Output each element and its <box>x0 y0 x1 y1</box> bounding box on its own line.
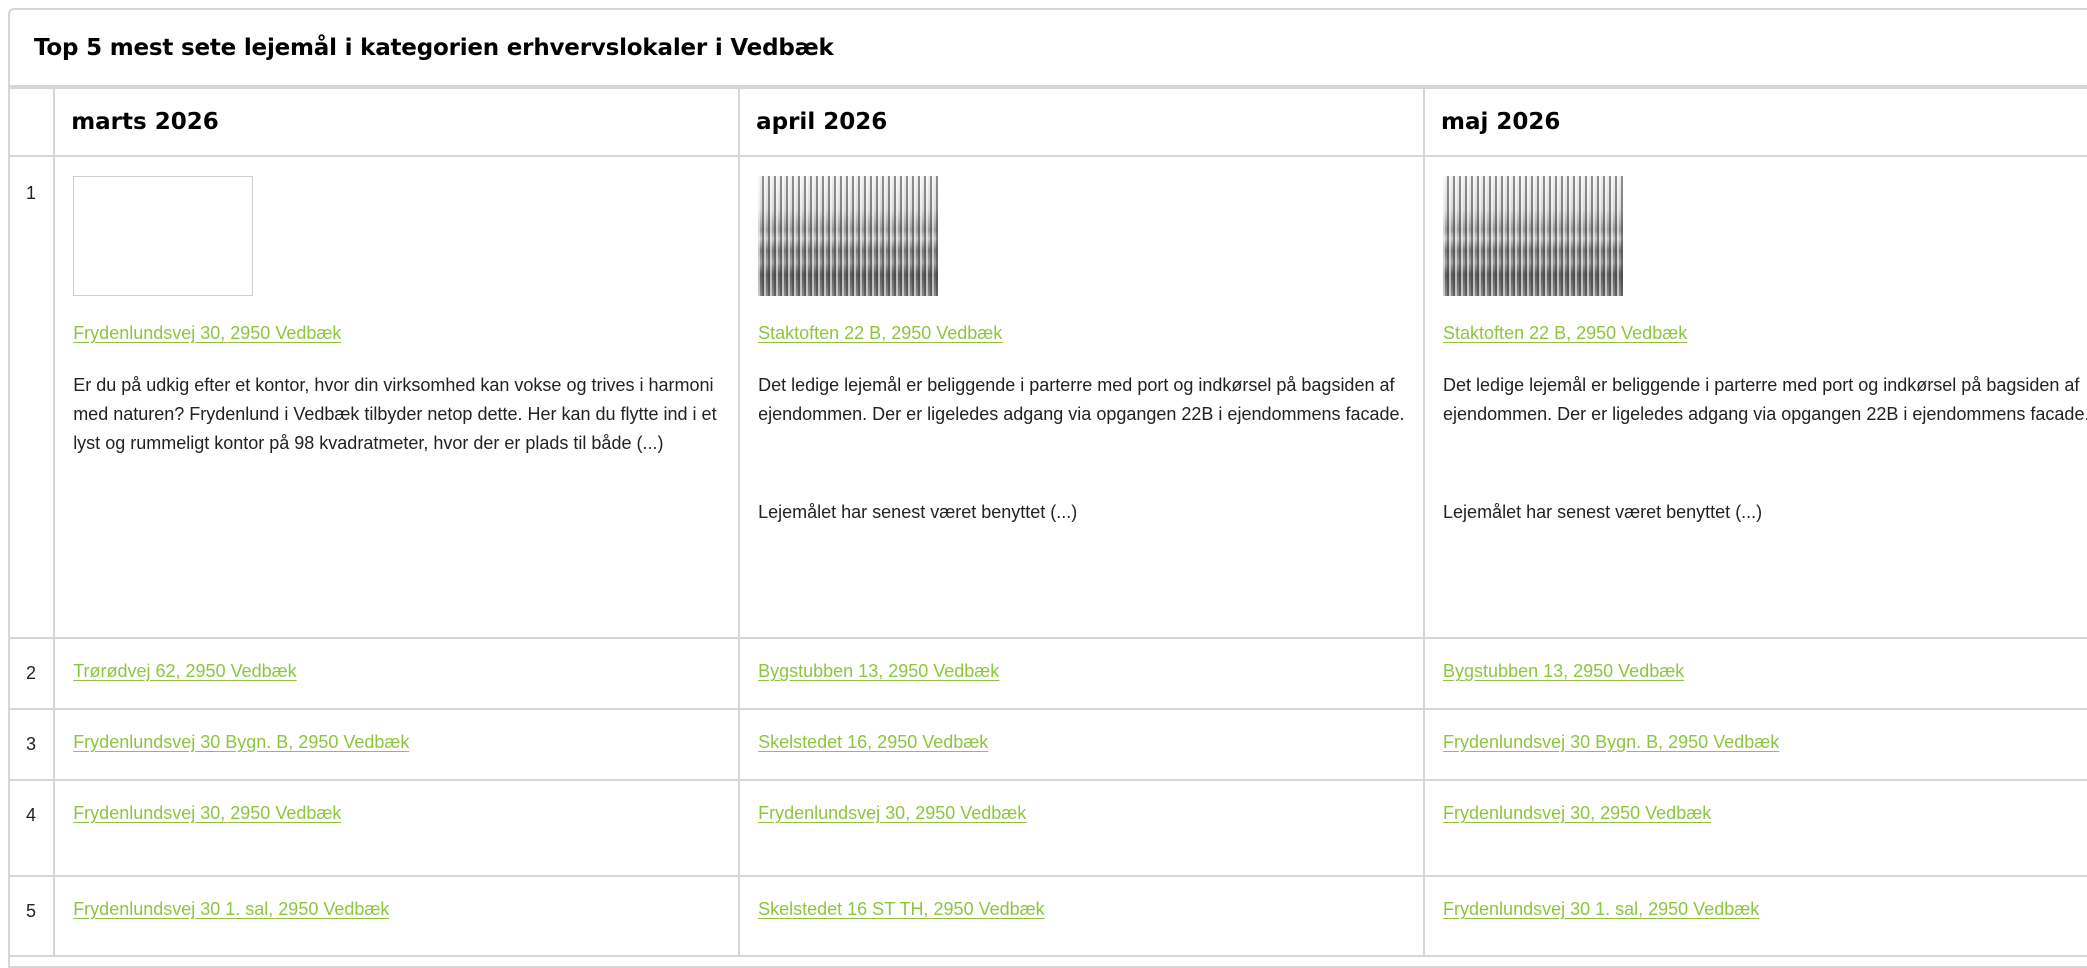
rank-number: 2 <box>10 637 56 710</box>
listing-cell: Frydenlundsvej 30, 2950 Vedbæk <box>1423 779 2087 877</box>
rank-number: 1 <box>10 155 56 639</box>
header-row: marts 2026 april 2026 maj 2026 <box>10 87 2087 157</box>
listing-link[interactable]: Staktoften 22 B, 2950 Vedbæk <box>1443 323 1687 344</box>
rank-header <box>10 87 56 157</box>
listing-link[interactable]: Frydenlundsvej 30 1. sal, 2950 Vedbæk <box>1443 899 1759 920</box>
rank-number: 3 <box>10 708 56 781</box>
listing-cell: Frydenlundsvej 30, 2950 Vedbæk Er du på … <box>53 155 741 639</box>
description-text: Er du på udkig efter et kontor, hvor din… <box>73 375 717 453</box>
listing-cell: Frydenlundsvej 30, 2950 Vedbæk <box>738 779 1426 877</box>
listing-cell: Skelstedet 16, 2950 Vedbæk <box>738 708 1426 781</box>
listing-link[interactable]: Bygstubben 13, 2950 Vedbæk <box>758 661 999 682</box>
listing-link[interactable]: Frydenlundsvej 30, 2950 Vedbæk <box>1443 803 1711 824</box>
listing-link[interactable]: Trørødvej 62, 2950 Vedbæk <box>73 661 296 682</box>
listing-link[interactable]: Frydenlundsvej 30, 2950 Vedbæk <box>758 803 1026 824</box>
description-text: Lejemålet har senest været benyttet (...… <box>758 502 1078 522</box>
listing-cell: Staktoften 22 B, 2950 Vedbæk Det ledige … <box>1423 155 2087 639</box>
listing-cell: Frydenlundsvej 30 Bygn. B, 2950 Vedbæk <box>53 708 741 781</box>
month-header: marts 2026 <box>53 87 741 157</box>
listing-description: Er du på udkig efter et kontor, hvor din… <box>73 371 720 458</box>
month-header: april 2026 <box>738 87 1426 157</box>
listing-cell: Skelstedet 16 ST TH, 2950 Vedbæk <box>738 875 1426 957</box>
description-text: Lejemålet har senest været benyttet (...… <box>1443 502 1763 522</box>
listing-link[interactable]: Frydenlundsvej 30 Bygn. B, 2950 Vedbæk <box>73 732 409 753</box>
listing-thumbnail[interactable] <box>73 176 254 296</box>
month-header: maj 2026 <box>1423 87 2087 157</box>
listing-cell: Trørødvej 62, 2950 Vedbæk <box>53 637 741 710</box>
rank-number: 4 <box>10 779 56 877</box>
table-row: 5 Frydenlundsvej 30 1. sal, 2950 Vedbæk … <box>10 875 2087 957</box>
listing-description: Det ledige lejemål er beliggende i parte… <box>758 371 1405 527</box>
table-row: 3 Frydenlundsvej 30 Bygn. B, 2950 Vedbæk… <box>10 708 2087 781</box>
table-row: 4 Frydenlundsvej 30, 2950 Vedbæk Frydenl… <box>10 779 2087 877</box>
listing-cell: Frydenlundsvej 30 1. sal, 2950 Vedbæk <box>53 875 741 957</box>
listing-link[interactable]: Staktoften 22 B, 2950 Vedbæk <box>758 323 1002 344</box>
rank-number: 5 <box>10 875 56 957</box>
description-text: Det ledige lejemål er beliggende i parte… <box>758 375 1395 395</box>
listing-link[interactable]: Bygstubben 13, 2950 Vedbæk <box>1443 661 1684 682</box>
listing-cell: Staktoften 22 B, 2950 Vedbæk Det ledige … <box>738 155 1426 639</box>
listing-cell: Bygstubben 13, 2950 Vedbæk <box>738 637 1426 710</box>
top5-panel: Top 5 mest sete lejemål i kategorien erh… <box>8 8 2087 968</box>
listing-cell: Bygstubben 13, 2950 Vedbæk <box>1423 637 2087 710</box>
listing-link[interactable]: Skelstedet 16 ST TH, 2950 Vedbæk <box>758 899 1045 920</box>
panel-title: Top 5 mest sete lejemål i kategorien erh… <box>10 10 2087 87</box>
listing-link[interactable]: Frydenlundsvej 30 Bygn. B, 2950 Vedbæk <box>1443 732 1779 753</box>
listing-cell: Frydenlundsvej 30 1. sal, 2950 Vedbæk <box>1423 875 2087 957</box>
listing-cell: Frydenlundsvej 30, 2950 Vedbæk <box>53 779 741 877</box>
table-row: 2 Trørødvej 62, 2950 Vedbæk Bygstubben 1… <box>10 637 2087 710</box>
top5-table: marts 2026 april 2026 maj 2026 1 Frydenl… <box>10 87 2087 957</box>
description-text: ejendommen. Der er ligeledes adgang via … <box>758 404 1405 424</box>
listing-link[interactable]: Frydenlundsvej 30, 2950 Vedbæk <box>73 323 341 344</box>
description-text: Det ledige lejemål er beliggende i parte… <box>1443 375 2080 395</box>
listing-link[interactable]: Frydenlundsvej 30, 2950 Vedbæk <box>73 803 341 824</box>
table-row: 1 Frydenlundsvej 30, 2950 Vedbæk Er du p… <box>10 155 2087 639</box>
description-text: ejendommen. Der er ligeledes adgang via … <box>1443 404 2087 424</box>
listing-description: Det ledige lejemål er beliggende i parte… <box>1443 371 2087 527</box>
listing-thumbnail[interactable] <box>1443 176 1624 296</box>
listing-link[interactable]: Skelstedet 16, 2950 Vedbæk <box>758 732 988 753</box>
listing-cell: Frydenlundsvej 30 Bygn. B, 2950 Vedbæk <box>1423 708 2087 781</box>
listing-thumbnail[interactable] <box>758 176 939 296</box>
listing-link[interactable]: Frydenlundsvej 30 1. sal, 2950 Vedbæk <box>73 899 389 920</box>
